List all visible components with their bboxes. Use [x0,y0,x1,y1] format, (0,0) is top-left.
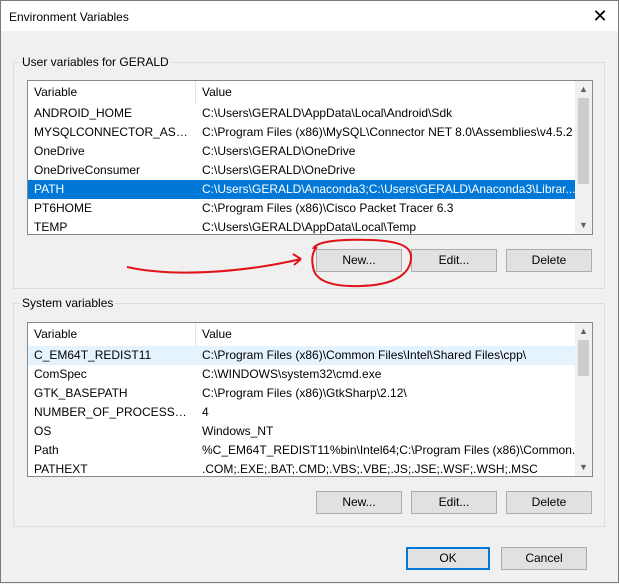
table-row[interactable]: OS Windows_NT [28,422,575,441]
variable-name-cell: GTK_BASEPATH [34,386,128,400]
variable-value-cell: C:\Users\GERALD\OneDrive [202,144,356,158]
table-row[interactable]: Path %C_EM64T_REDIST11%bin\Intel64;C:\Pro… [28,441,575,460]
user-list-header: Variable Value [28,81,575,104]
variable-name-cell: Path [34,443,59,457]
system-delete-button[interactable]: Delete [506,491,592,514]
variable-name-cell: C_EM64T_REDIST11 [34,348,152,362]
variable-value-cell: .COM;.EXE;.BAT;.CMD;.VBS;.VBE;.JS;.JSE;.… [202,462,538,476]
user-list-rows: ANDROID_HOME C:\Users\GERALD\AppData\Loca… [28,104,575,234]
variable-name-cell: MYSQLCONNECTOR_ASSE... [34,125,194,139]
variable-name-cell: PATHEXT [34,462,88,476]
scroll-down-icon[interactable]: ▼ [575,459,592,476]
table-row[interactable]: TEMP C:\Users\GERALD\AppData\Local\Temp [28,218,575,234]
table-row[interactable]: OneDriveConsumer C:\Users\GERALD\OneDrive [28,161,575,180]
environment-variables-dialog: Environment Variables ✕ User variables f… [0,0,619,583]
variable-name-cell: OS [34,424,52,438]
variable-name-cell: OneDrive [34,144,85,158]
table-row[interactable]: NUMBER_OF_PROCESSORS 4 [28,403,575,422]
variable-value-cell: 4 [202,405,209,419]
variable-value-cell: Windows_NT [202,424,274,438]
variable-value-cell: C:\Program Files (x86)\Common Files\Inte… [202,348,527,362]
variable-value-cell: C:\Program Files (x86)\Cisco Packet Trac… [202,201,454,215]
table-row[interactable]: ComSpec C:\WINDOWS\system32\cmd.exe [28,365,575,384]
variable-value-cell: C:\Program Files (x86)\GtkSharp\2.12\ [202,386,407,400]
scrollbar-thumb[interactable] [578,340,589,376]
table-row[interactable]: OneDrive C:\Users\GERALD\OneDrive [28,142,575,161]
close-icon[interactable]: ✕ [588,4,612,28]
variable-name-cell: PATH [34,182,65,196]
user-new-button[interactable]: New... [316,249,402,272]
variable-value-cell: C:\Program Files (x86)\MySQL\Connector N… [202,125,573,139]
cancel-button[interactable]: Cancel [501,547,587,570]
variable-value-cell: C:\Users\GERALD\Anaconda3;C:\Users\GERAL… [202,182,575,196]
system-list-rows: C_EM64T_REDIST11 C:\Program Files (x86)\C… [28,346,575,476]
ok-button[interactable]: OK [406,547,490,570]
variable-name-cell: OneDriveConsumer [34,163,141,177]
variable-name-cell: PT6HOME [34,201,93,215]
user-edit-button[interactable]: Edit... [411,249,497,272]
table-row[interactable]: PATHEXT .COM;.EXE;.BAT;.CMD;.VBS;.VBE;.JS… [28,460,575,476]
system-variables-list[interactable]: Variable Value C_EM64T_REDIST11 C:\Progra… [27,322,593,477]
title-bar[interactable]: Environment Variables ✕ [1,1,618,31]
variable-value-cell: %C_EM64T_REDIST11%bin\Intel64;C:\Program… [202,443,575,457]
scroll-down-icon[interactable]: ▼ [575,217,592,234]
scroll-up-icon[interactable]: ▲ [575,323,592,340]
table-row[interactable]: C_EM64T_REDIST11 C:\Program Files (x86)\C… [28,346,575,365]
variable-name-cell: ANDROID_HOME [34,106,133,120]
scrollbar-thumb[interactable] [578,98,589,184]
system-new-button[interactable]: New... [316,491,402,514]
scroll-up-icon[interactable]: ▲ [575,81,592,98]
table-row[interactable]: PATH C:\Users\GERALD\Anaconda3;C:\Users\G… [28,180,575,199]
user-list-scrollbar[interactable]: ▲ ▼ [575,81,592,234]
variable-value-cell: C:\WINDOWS\system32\cmd.exe [202,367,382,381]
variable-value-cell: C:\Users\GERALD\AppData\Local\Android\Sd… [202,106,453,120]
user-variables-label: User variables for GERALD [20,55,171,69]
column-header-value[interactable]: Value [196,323,576,346]
variable-value-cell: C:\Users\GERALD\AppData\Local\Temp [202,220,417,234]
variable-name-cell: NUMBER_OF_PROCESSORS [34,405,194,419]
column-header-variable[interactable]: Variable [28,323,196,346]
column-header-value[interactable]: Value [196,81,576,104]
table-row[interactable]: MYSQLCONNECTOR_ASSE... C:\Program Files (… [28,123,575,142]
variable-name-cell: TEMP [34,220,68,234]
system-edit-button[interactable]: Edit... [411,491,497,514]
table-row[interactable]: PT6HOME C:\Program Files (x86)\Cisco Pack… [28,199,575,218]
table-row[interactable]: ANDROID_HOME C:\Users\GERALD\AppData\Loca… [28,104,575,123]
variable-value-cell: C:\Users\GERALD\OneDrive [202,163,356,177]
system-list-scrollbar[interactable]: ▲ ▼ [575,323,592,476]
window-title: Environment Variables [9,10,129,24]
variable-name-cell: ComSpec [34,367,87,381]
system-variables-label: System variables [20,296,116,310]
user-delete-button[interactable]: Delete [506,249,592,272]
column-header-variable[interactable]: Variable [28,81,196,104]
user-variables-list[interactable]: Variable Value ANDROID_HOME C:\Users\GERA… [27,80,593,235]
table-row[interactable]: GTK_BASEPATH C:\Program Files (x86)\GtkSh… [28,384,575,403]
system-list-header: Variable Value [28,323,575,346]
